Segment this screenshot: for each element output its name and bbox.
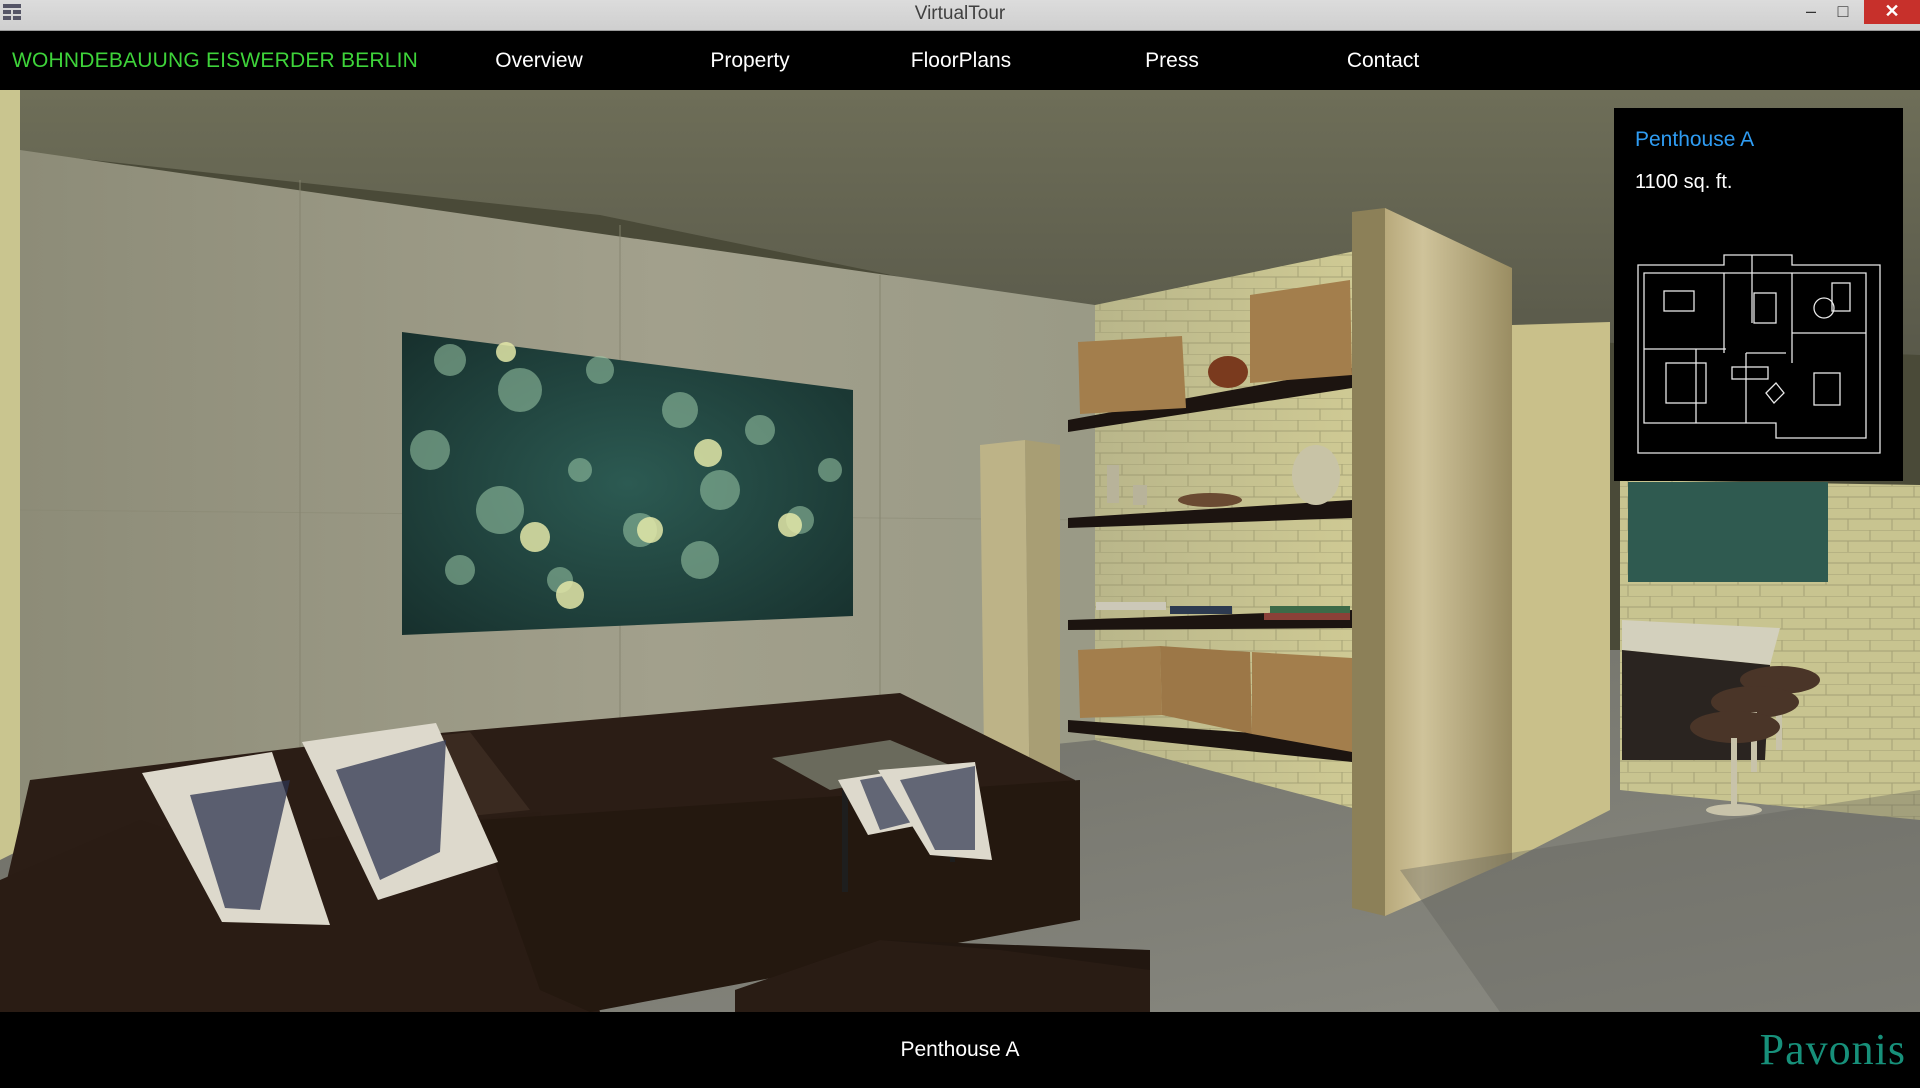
- nav-overview[interactable]: Overview: [495, 31, 583, 90]
- nav-floorplans[interactable]: FloorPlans: [911, 31, 1011, 90]
- nav-press[interactable]: Press: [1145, 31, 1199, 90]
- window-title: VirtualTour: [914, 3, 1006, 24]
- unit-info-panel: Penthouse A 1100 sq. ft.: [1614, 108, 1903, 481]
- bottom-bar: Penthouse A Pavonis: [0, 1012, 1920, 1080]
- brand-title[interactable]: WOHNDEBAUUNG EISWERDER BERLIN: [12, 31, 418, 90]
- top-navigation: WOHNDEBAUUNG EISWERDER BERLIN Overview P…: [0, 31, 1920, 90]
- window-titlebar[interactable]: VirtualTour – □ ✕: [0, 0, 1920, 31]
- close-icon[interactable]: ✕: [1864, 0, 1920, 24]
- unit-area: 1100 sq. ft.: [1635, 171, 1733, 193]
- nav-contact[interactable]: Contact: [1347, 31, 1419, 90]
- floorplan-thumbnail[interactable]: [1636, 253, 1882, 463]
- nav-property[interactable]: Property: [710, 31, 789, 90]
- unit-name: Penthouse A: [1635, 128, 1755, 151]
- location-caption: Penthouse A: [900, 1038, 1020, 1061]
- minimize-icon[interactable]: –: [1796, 0, 1826, 24]
- pavonis-logo: Pavonis: [1759, 1025, 1906, 1074]
- maximize-icon[interactable]: □: [1828, 0, 1858, 24]
